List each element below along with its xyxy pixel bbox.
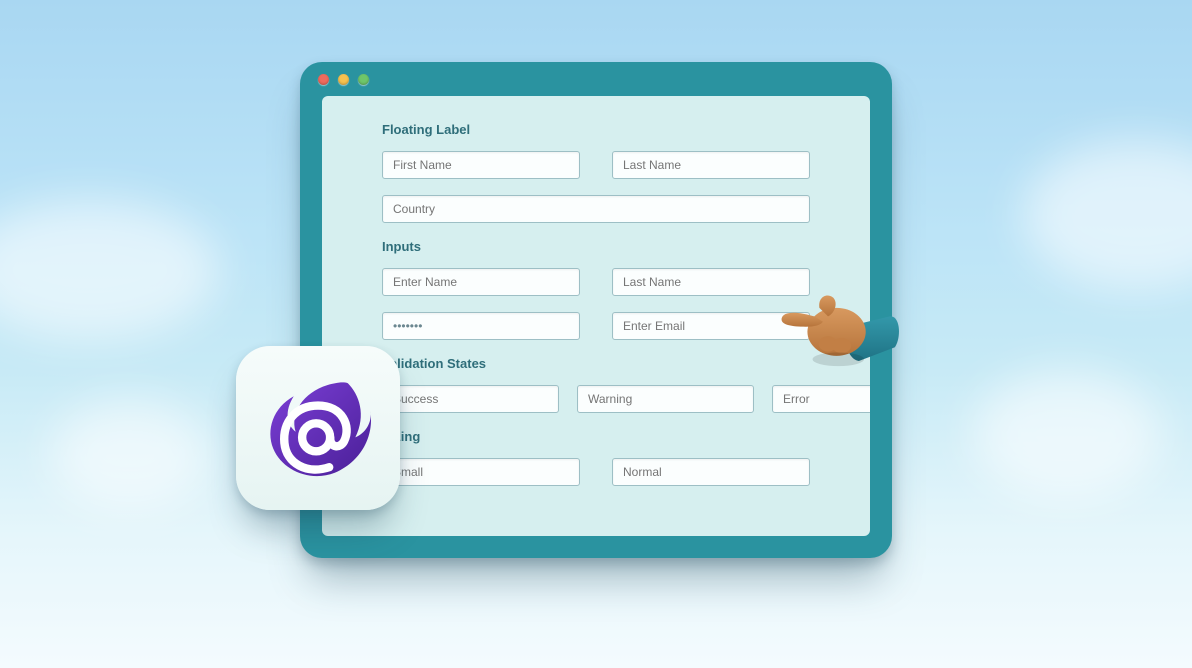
- section-title-validation: Validation States: [382, 356, 810, 371]
- maximize-icon[interactable]: [358, 74, 369, 85]
- cloud-decor: [1022, 140, 1192, 290]
- password-input[interactable]: [382, 312, 580, 340]
- section-title-floating-label: Floating Label: [382, 122, 810, 137]
- close-icon[interactable]: [318, 74, 329, 85]
- normal-input[interactable]: [612, 458, 810, 486]
- window-titlebar: [300, 62, 892, 96]
- error-input[interactable]: [772, 385, 870, 413]
- cloud-decor: [0, 200, 220, 340]
- first-name-input[interactable]: [382, 151, 580, 179]
- enter-name-input[interactable]: [382, 268, 580, 296]
- small-input[interactable]: [382, 458, 580, 486]
- section-title-inputs: Inputs: [382, 239, 810, 254]
- blazor-flame-at-icon: [262, 372, 374, 484]
- warning-input[interactable]: [577, 385, 754, 413]
- cloud-decor: [972, 370, 1162, 500]
- blazor-app-icon: [236, 346, 400, 510]
- minimize-icon[interactable]: [338, 74, 349, 85]
- success-input[interactable]: [382, 385, 559, 413]
- country-input[interactable]: [382, 195, 810, 223]
- last-name-input-2[interactable]: [612, 268, 810, 296]
- form-pane: Floating Label Inputs Validation States …: [322, 96, 870, 536]
- last-name-input[interactable]: [612, 151, 810, 179]
- enter-email-input[interactable]: [612, 312, 810, 340]
- section-title-sizing: Sizing: [382, 429, 810, 444]
- cloud-decor: [50, 400, 210, 510]
